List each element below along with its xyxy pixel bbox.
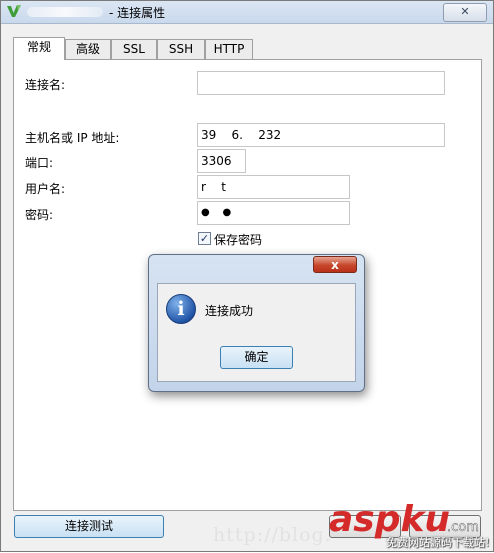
dialog-close-button[interactable]: x: [313, 256, 357, 273]
tab-advanced[interactable]: 高级: [65, 39, 111, 59]
username-input[interactable]: r t: [197, 175, 350, 199]
password-label: 密码:: [25, 208, 54, 222]
tab-ssl[interactable]: SSL: [111, 39, 157, 59]
watermark-subtitle: 免费网站源码下载站!: [386, 536, 490, 549]
connection-name-input[interactable]: [197, 71, 445, 95]
blurred-title-prefix: [27, 7, 103, 17]
info-icon: i: [166, 294, 196, 324]
save-password-checkbox[interactable]: ✓: [198, 232, 211, 245]
port-label: 端口:: [25, 156, 54, 170]
navicat-app-icon: [7, 5, 21, 17]
host-input[interactable]: 39 6. 232: [197, 123, 445, 147]
tab-http[interactable]: HTTP: [205, 39, 253, 59]
save-password-label: 保存密码: [214, 233, 263, 247]
password-input[interactable]: ● ●: [197, 201, 350, 225]
port-input[interactable]: 3306: [197, 149, 246, 173]
watermark-logo-tld: .com: [447, 520, 479, 535]
dialog-message: 连接成功: [205, 304, 254, 318]
test-connection-button[interactable]: 连接测试: [14, 515, 164, 538]
watermark-url: http://blog.: [213, 524, 332, 546]
title-bar: - 连接属性 ✕: [1, 1, 493, 24]
window-close-button[interactable]: ✕: [443, 3, 487, 22]
tab-general[interactable]: 常规: [13, 37, 65, 60]
tab-ssh[interactable]: SSH: [157, 39, 205, 59]
window-title: - 连接属性: [109, 6, 166, 20]
connection-name-label: 连接名:: [25, 78, 66, 92]
host-label: 主机名或 IP 地址:: [25, 131, 120, 145]
username-label: 用户名:: [25, 182, 66, 196]
dialog-ok-button[interactable]: 确定: [220, 346, 293, 369]
message-dialog: x i 连接成功 确定: [148, 254, 365, 392]
dialog-body: i 连接成功 确定: [157, 283, 356, 382]
connection-properties-window: - 连接属性 ✕ 常规 高级 SSL SSH HTTP 连接名: 主机名或 IP…: [0, 0, 494, 552]
